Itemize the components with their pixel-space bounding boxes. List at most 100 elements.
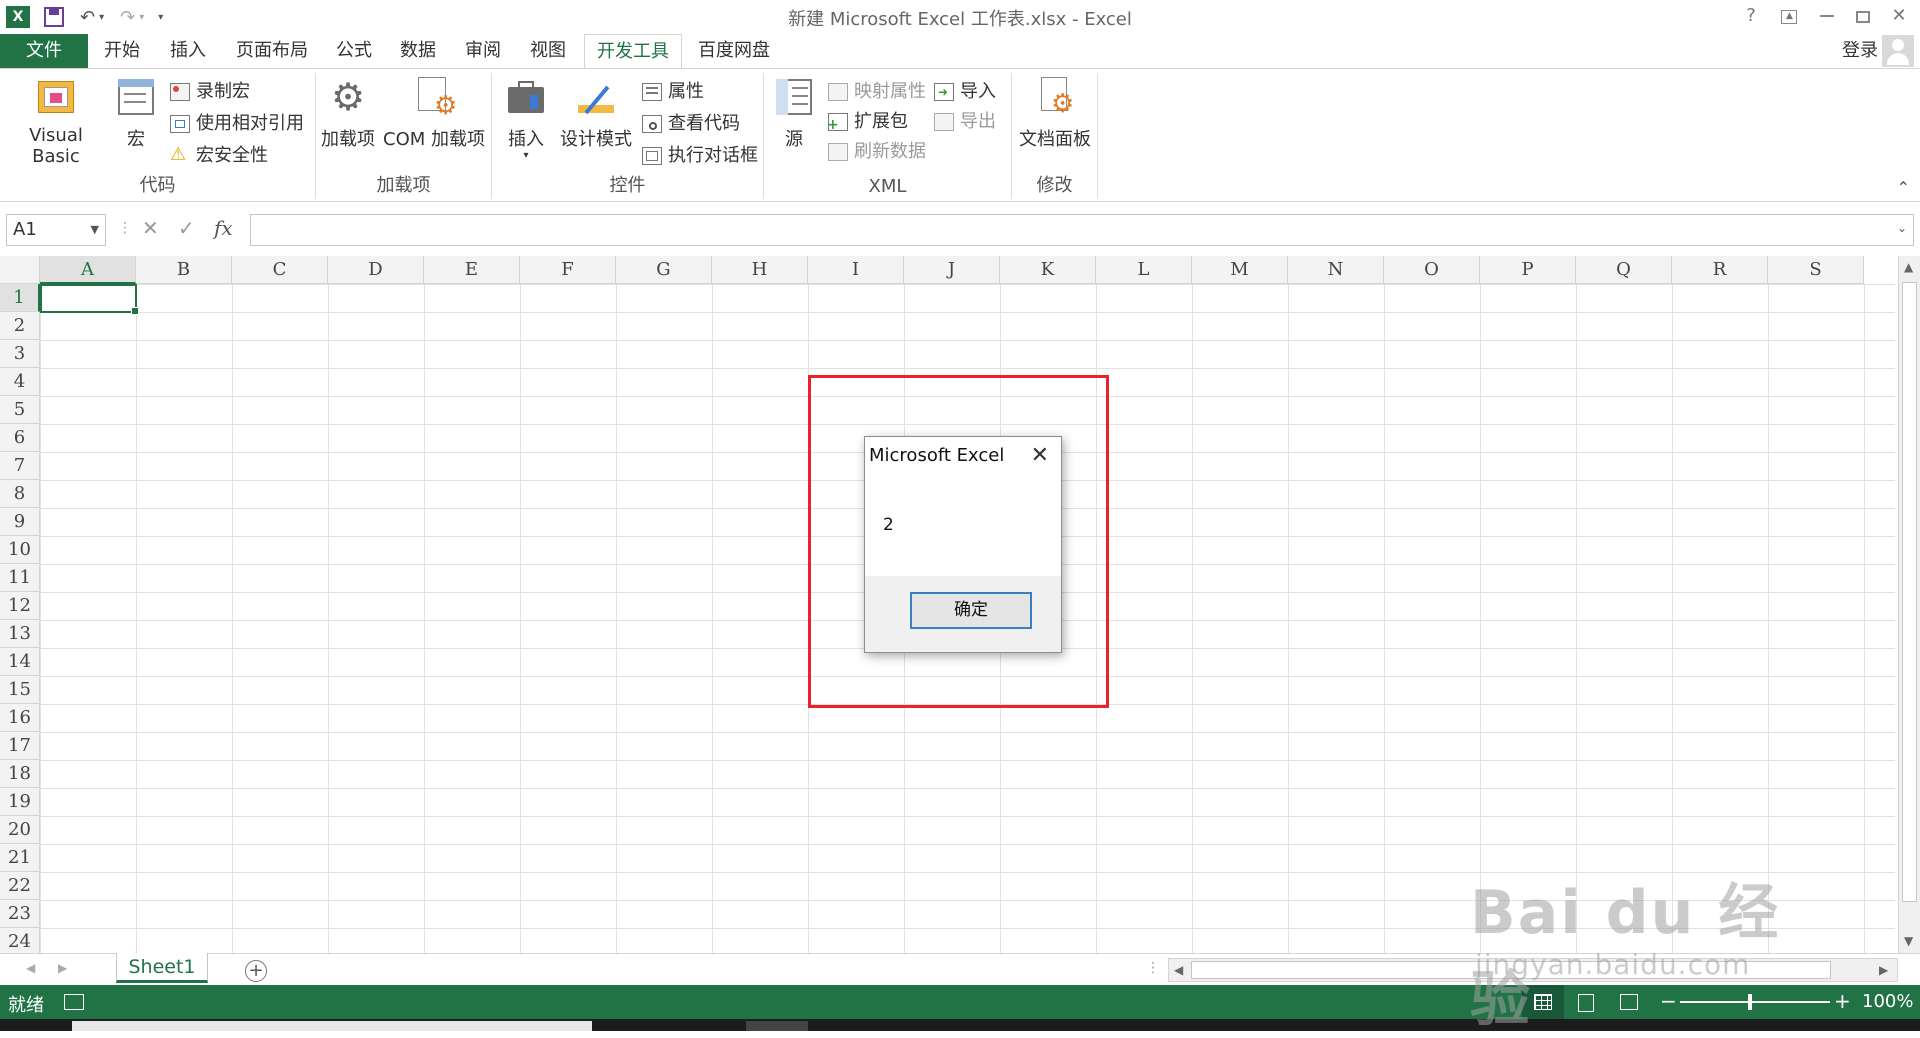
xml-source-button[interactable]: 源: [768, 75, 820, 151]
column-header-m[interactable]: M: [1192, 256, 1288, 284]
column-header-p[interactable]: P: [1480, 256, 1576, 284]
column-header-s[interactable]: S: [1768, 256, 1864, 284]
tab-page-layout[interactable]: 页面布局: [224, 34, 320, 68]
column-header-f[interactable]: F: [520, 256, 616, 284]
cancel-icon[interactable]: ✕: [142, 216, 159, 240]
insert-function-icon[interactable]: fx: [214, 216, 233, 240]
select-all-corner[interactable]: [0, 256, 40, 284]
tab-developer[interactable]: 开发工具: [584, 34, 682, 69]
add-sheet-button[interactable]: +: [245, 960, 267, 982]
ok-button[interactable]: 确定: [910, 592, 1032, 629]
row-header-19[interactable]: 19: [0, 788, 40, 816]
name-box-dropdown-icon[interactable]: ▼: [91, 215, 99, 245]
column-header-h[interactable]: H: [712, 256, 808, 284]
visual-basic-button[interactable]: Visual Basic: [4, 75, 108, 167]
maximize-icon[interactable]: [1848, 2, 1878, 30]
sheet-tab-sheet1[interactable]: Sheet1: [116, 953, 208, 983]
column-header-a[interactable]: A: [40, 256, 136, 284]
column-header-o[interactable]: O: [1384, 256, 1480, 284]
close-icon[interactable]: ✕: [1884, 2, 1914, 30]
run-dialog-button[interactable]: 执行对话框: [640, 141, 758, 171]
column-header-e[interactable]: E: [424, 256, 520, 284]
row-header-22[interactable]: 22: [0, 872, 40, 900]
scroll-down-icon[interactable]: ▼: [1904, 934, 1913, 948]
scroll-up-icon[interactable]: ▲: [1904, 260, 1913, 274]
vertical-scroll-thumb[interactable]: [1902, 282, 1917, 902]
tab-split-icon[interactable]: ⋮: [1146, 960, 1160, 976]
macro-security-button[interactable]: ⚠ 宏安全性: [168, 141, 268, 171]
column-header-j[interactable]: J: [904, 256, 1000, 284]
column-header-k[interactable]: K: [1000, 256, 1096, 284]
addins-button[interactable]: ⚙ 加载项: [318, 75, 378, 151]
column-header-c[interactable]: C: [232, 256, 328, 284]
macro-record-status-icon[interactable]: [64, 994, 84, 1010]
row-header-23[interactable]: 23: [0, 900, 40, 928]
row-header-6[interactable]: 6: [0, 424, 40, 452]
row-header-2[interactable]: 2: [0, 312, 40, 340]
view-code-button[interactable]: 查看代码: [640, 109, 740, 139]
row-header-21[interactable]: 21: [0, 844, 40, 872]
row-header-5[interactable]: 5: [0, 396, 40, 424]
prev-sheet-icon[interactable]: ◀: [26, 961, 35, 975]
design-mode-button[interactable]: 设计模式: [554, 75, 638, 151]
insert-control-button[interactable]: 插入 ▾: [496, 75, 556, 161]
row-header-14[interactable]: 14: [0, 648, 40, 676]
tab-insert[interactable]: 插入: [158, 34, 218, 68]
taskbar-item[interactable]: [72, 1021, 592, 1031]
name-box[interactable]: A1 ▼: [6, 214, 106, 246]
macros-button[interactable]: 宏: [110, 75, 162, 151]
vertical-scrollbar[interactable]: ▲ ▼: [1898, 256, 1920, 953]
tab-review[interactable]: 审阅: [453, 34, 513, 68]
row-header-13[interactable]: 13: [0, 620, 40, 648]
row-header-11[interactable]: 11: [0, 564, 40, 592]
row-header-7[interactable]: 7: [0, 452, 40, 480]
tab-home[interactable]: 开始: [92, 34, 152, 68]
properties-button[interactable]: 属性: [640, 77, 704, 107]
scroll-left-icon[interactable]: ◀: [1174, 963, 1183, 977]
relative-reference-button[interactable]: 使用相对引用: [168, 109, 304, 139]
tab-baidu-netdisk[interactable]: 百度网盘: [686, 34, 782, 68]
column-header-g[interactable]: G: [616, 256, 712, 284]
map-properties-button[interactable]: 映射属性: [826, 77, 926, 107]
avatar[interactable]: [1882, 35, 1914, 67]
collapse-ribbon-icon[interactable]: ⌃: [1897, 178, 1910, 197]
ribbon-display-options-icon[interactable]: ▲: [1774, 2, 1804, 30]
login-link[interactable]: 登录: [1842, 34, 1878, 68]
export-button[interactable]: 导出: [932, 107, 996, 137]
next-sheet-icon[interactable]: ▶: [58, 961, 67, 975]
expand-formula-icon[interactable]: ⌄: [1897, 221, 1907, 235]
expansion-packs-button[interactable]: + 扩展包: [826, 107, 908, 137]
zoom-in-button[interactable]: +: [1834, 989, 1851, 1013]
com-addins-button[interactable]: ⚙ COM 加载项: [378, 75, 490, 151]
column-header-i[interactable]: I: [808, 256, 904, 284]
enter-icon[interactable]: ✓: [178, 216, 195, 240]
scroll-right-icon[interactable]: ▶: [1879, 963, 1888, 977]
row-header-15[interactable]: 15: [0, 676, 40, 704]
row-header-18[interactable]: 18: [0, 760, 40, 788]
row-header-4[interactable]: 4: [0, 368, 40, 396]
row-header-16[interactable]: 16: [0, 704, 40, 732]
row-header-3[interactable]: 3: [0, 340, 40, 368]
dialog-close-icon[interactable]: ✕: [1031, 443, 1049, 468]
column-header-l[interactable]: L: [1096, 256, 1192, 284]
column-header-b[interactable]: B: [136, 256, 232, 284]
row-header-9[interactable]: 9: [0, 508, 40, 536]
row-header-20[interactable]: 20: [0, 816, 40, 844]
row-header-8[interactable]: 8: [0, 480, 40, 508]
formula-input[interactable]: ⌄: [250, 214, 1914, 246]
refresh-data-button[interactable]: 刷新数据: [826, 137, 926, 167]
zoom-level[interactable]: 100%: [1862, 991, 1913, 1012]
row-header-10[interactable]: 10: [0, 536, 40, 564]
row-header-12[interactable]: 12: [0, 592, 40, 620]
document-panel-button[interactable]: ⚙ 文档面板: [1016, 75, 1094, 151]
active-cell[interactable]: [40, 284, 139, 315]
tab-view[interactable]: 视图: [518, 34, 578, 68]
row-header-24[interactable]: 24: [0, 928, 40, 953]
column-header-r[interactable]: R: [1672, 256, 1768, 284]
import-button[interactable]: ➜ 导入: [932, 77, 996, 107]
help-icon[interactable]: ?: [1736, 2, 1766, 30]
minimize-icon[interactable]: [1812, 2, 1842, 30]
column-header-d[interactable]: D: [328, 256, 424, 284]
taskbar-item[interactable]: [746, 1021, 808, 1031]
column-header-q[interactable]: Q: [1576, 256, 1672, 284]
